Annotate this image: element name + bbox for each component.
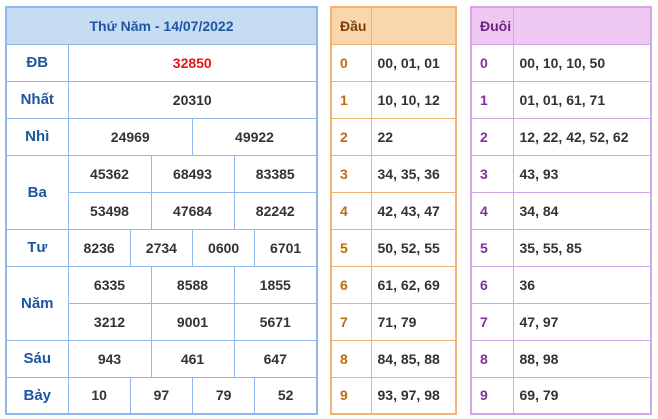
duoi-digit: 8 (470, 339, 514, 378)
dau-digit: 7 (330, 302, 372, 341)
duoi-digit: 6 (470, 265, 514, 304)
prize-value-nam: 8588 (150, 265, 235, 304)
prize-value-nam: 1855 (233, 265, 318, 304)
duoi-digit: 2 (470, 117, 514, 156)
dau-digit: 2 (330, 117, 372, 156)
duoi-values: 43, 93 (512, 154, 652, 193)
prize-value-nam: 6335 (67, 265, 152, 304)
dau-header-blank (370, 6, 457, 45)
prize-value-bay: 10 (67, 376, 131, 415)
prize-value-sau: 461 (150, 339, 235, 378)
duoi-digit: 4 (470, 191, 514, 230)
results-table: Thứ Năm - 14/07/2022 ĐB 32850 Nhất 20310… (5, 6, 318, 415)
duoi-values: 12, 22, 42, 52, 62 (512, 117, 652, 156)
dau-digit: 8 (330, 339, 372, 378)
dau-digit: 0 (330, 43, 372, 82)
prize-label-nam: Năm (5, 265, 69, 341)
dau-values: 22 (370, 117, 457, 156)
prize-value-ba: 45362 (67, 154, 152, 193)
prize-label-tu: Tư (5, 228, 69, 267)
dau-digit: 3 (330, 154, 372, 193)
dau-digit: 5 (330, 228, 372, 267)
duoi-values: 47, 97 (512, 302, 652, 341)
prize-value-bay: 52 (254, 376, 318, 415)
prize-value-ba: 83385 (233, 154, 318, 193)
dau-digit: 4 (330, 191, 372, 230)
prize-label-nhat: Nhất (5, 80, 69, 119)
duoi-header-blank (512, 6, 652, 45)
duoi-digit: 9 (470, 376, 514, 415)
dau-values: 84, 85, 88 (370, 339, 457, 378)
prize-label-sau: Sáu (5, 339, 69, 378)
duoi-values: 34, 84 (512, 191, 652, 230)
prize-value-nhi: 24969 (67, 117, 193, 156)
prize-label-db: ĐB (5, 43, 69, 82)
dau-values: 34, 35, 36 (370, 154, 457, 193)
duoi-digit: 0 (470, 43, 514, 82)
prize-label-bay: Bảy (5, 376, 69, 415)
duoi-table: Đuôi 0 00, 10, 10, 50 1 01, 01, 61, 71 2 12… (470, 6, 652, 415)
dau-values: 50, 52, 55 (370, 228, 457, 267)
results-date-header: Thứ Năm - 14/07/2022 (5, 6, 318, 45)
prize-value-nam: 5671 (233, 302, 318, 341)
prize-value-nhi: 49922 (192, 117, 318, 156)
duoi-digit: 1 (470, 80, 514, 119)
prize-value-nhat: 20310 (67, 80, 318, 119)
duoi-values: 36 (512, 265, 652, 304)
duoi-values: 01, 01, 61, 71 (512, 80, 652, 119)
prize-value-ba: 53498 (67, 191, 152, 230)
prize-value-tu: 8236 (67, 228, 131, 267)
dau-digit: 6 (330, 265, 372, 304)
dau-values: 71, 79 (370, 302, 457, 341)
duoi-values: 00, 10, 10, 50 (512, 43, 652, 82)
duoi-digit: 3 (470, 154, 514, 193)
prize-value-db: 32850 (67, 43, 318, 82)
dau-header: Đầu (330, 6, 372, 45)
prize-value-tu: 2734 (129, 228, 194, 267)
prize-value-nam: 3212 (67, 302, 152, 341)
dau-digit: 1 (330, 80, 372, 119)
prize-value-ba: 47684 (150, 191, 235, 230)
dau-values: 10, 10, 12 (370, 80, 457, 119)
duoi-digit: 5 (470, 228, 514, 267)
dau-values: 61, 62, 69 (370, 265, 457, 304)
duoi-values: 69, 79 (512, 376, 652, 415)
prize-value-ba: 68493 (150, 154, 235, 193)
dau-table: Đầu 0 00, 01, 01 1 10, 10, 12 2 22 3 34, 35,… (330, 6, 457, 415)
prize-value-tu: 6701 (254, 228, 318, 267)
dau-digit: 9 (330, 376, 372, 415)
prize-value-nam: 9001 (150, 302, 235, 341)
prize-value-bay: 79 (191, 376, 256, 415)
prize-value-sau: 943 (67, 339, 152, 378)
duoi-values: 35, 55, 85 (512, 228, 652, 267)
dau-values: 42, 43, 47 (370, 191, 457, 230)
prize-value-bay: 97 (129, 376, 194, 415)
prize-value-tu: 0600 (191, 228, 256, 267)
duoi-header: Đuôi (470, 6, 514, 45)
prize-value-sau: 647 (233, 339, 318, 378)
prize-label-ba: Ba (5, 154, 69, 230)
duoi-digit: 7 (470, 302, 514, 341)
prize-value-ba: 82242 (233, 191, 318, 230)
duoi-values: 88, 98 (512, 339, 652, 378)
prize-label-nhi: Nhì (5, 117, 69, 156)
dau-values: 00, 01, 01 (370, 43, 457, 82)
dau-values: 93, 97, 98 (370, 376, 457, 415)
